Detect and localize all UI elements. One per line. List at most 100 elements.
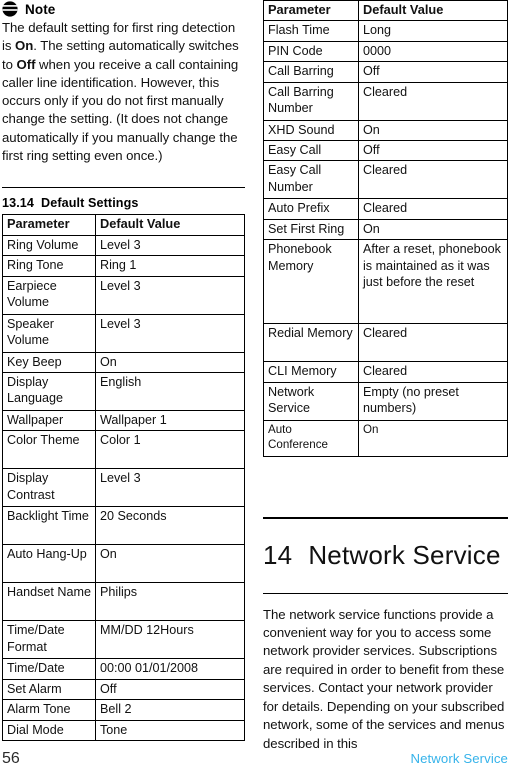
cell-default-value: Color 1 (95, 430, 245, 470)
chapter-heading: 14 Network Service (263, 519, 508, 593)
table-row: Backlight Time 20 Seconds (2, 506, 245, 546)
cell-default-value: On (358, 419, 508, 457)
cell-parameter: Network Service (263, 381, 359, 421)
table-row: Easy Call Off (263, 140, 508, 162)
default-settings-table-right: Parameter Default Value Flash Time Long PI… (263, 0, 508, 457)
cell-default-value: Level 3 (95, 234, 245, 257)
cell-default-value: Cleared (358, 323, 508, 363)
cell-parameter: Redial Memory (263, 323, 359, 363)
cell-default-value: Level 3 (95, 313, 245, 353)
cell-default-value: Level 3 (95, 468, 245, 508)
document-page: Note The default setting for first ring … (0, 0, 509, 774)
table-row: Redial Memory Cleared (263, 323, 508, 363)
cell-parameter: Set Alarm (2, 678, 96, 701)
table-row: Earpiece Volume Level 3 (2, 275, 245, 315)
cell-parameter: Auto Hang-Up (2, 544, 96, 584)
cell-parameter: Call Barring Number (263, 81, 359, 121)
table-row: Time/Date Format MM/DD 12Hours (2, 620, 245, 660)
table-row: Auto Prefix Cleared (263, 198, 508, 220)
cell-default-value: Long (358, 20, 508, 42)
cell-default-value: Off (358, 61, 508, 83)
cell-default-value: After a reset, phonebook is maintained a… (358, 239, 508, 325)
table-row: Auto Conference On (263, 419, 508, 457)
table-row: Dial Mode Tone (2, 719, 245, 742)
section-number: 13.14 (2, 196, 35, 211)
cell-parameter: Color Theme (2, 430, 96, 470)
cell-parameter: Display Contrast (2, 468, 96, 508)
table-row: Auto Hang-Up On (2, 544, 245, 584)
cell-default-value: Empty (no preset numbers) (358, 381, 508, 421)
table-row: Key Beep On (2, 351, 245, 374)
footer-page-number: 56 (2, 750, 20, 767)
table-row: Ring Volume Level 3 (2, 234, 245, 257)
cell-default-value: English (95, 372, 245, 411)
table-header-row: Parameter Default Value (2, 214, 245, 236)
cell-default-value: Level 3 (95, 275, 245, 315)
table-row: Network Service Empty (no preset numbers) (263, 381, 508, 421)
chapter-paragraph: The network service functions provide a … (263, 606, 505, 751)
table-header-row: Parameter Default Value (263, 0, 508, 22)
chapter-number: 14 (263, 539, 293, 570)
chapter-rule-bottom (263, 592, 508, 594)
cell-parameter: Call Barring (263, 61, 359, 83)
chapter-title-text: Network Service (308, 539, 501, 570)
footer-chapter-label: Network Service (410, 751, 508, 766)
cell-default-value: 0000 (358, 40, 508, 63)
table-row: Set Alarm Off (2, 678, 245, 701)
table-body-right: Flash Time Long PIN Code 0000 Call Barring Of… (263, 20, 508, 457)
cell-default-value: On (358, 119, 508, 142)
table-row: Speaker Volume Level 3 (2, 313, 245, 353)
column-header-default-value: Default Value (358, 0, 508, 22)
section-heading: 13.14 Default Settings (2, 196, 245, 210)
cell-default-value: Ring 1 (95, 255, 245, 277)
cell-parameter: Wallpaper (2, 409, 96, 432)
cell-parameter: Display Language (2, 372, 96, 411)
note-icon (2, 1, 18, 17)
note-heading: Note (2, 1, 245, 17)
cell-parameter: Ring Tone (2, 255, 96, 277)
cell-parameter: Backlight Time (2, 506, 96, 546)
cell-parameter: Dial Mode (2, 719, 96, 742)
cell-parameter: Easy Call (263, 140, 359, 162)
column-header-parameter: Parameter (2, 214, 96, 236)
cell-default-value: On (95, 351, 245, 374)
cell-default-value: On (358, 218, 508, 241)
table-row: Easy Call Number Cleared (263, 160, 508, 200)
cell-parameter: Flash Time (263, 20, 359, 42)
cell-parameter: Speaker Volume (2, 313, 96, 353)
note-title: Note (25, 1, 56, 17)
cell-parameter: Time/Date (2, 658, 96, 680)
table-row: Flash Time Long (263, 20, 508, 42)
cell-default-value: Wallpaper 1 (95, 409, 245, 432)
cell-parameter: Set First Ring (263, 218, 359, 241)
cell-default-value: Cleared (358, 198, 508, 220)
cell-default-value: Off (95, 678, 245, 701)
table-row: PIN Code 0000 (263, 40, 508, 63)
cell-parameter: Alarm Tone (2, 699, 96, 721)
note-divider (2, 187, 245, 189)
table-row: Ring Tone Ring 1 (2, 255, 245, 277)
column-header-default-value: Default Value (95, 214, 245, 236)
column-header-parameter: Parameter (263, 0, 359, 22)
cell-parameter: PIN Code (263, 40, 359, 63)
table-row: Display Language English (2, 372, 245, 411)
cell-parameter: Auto Prefix (263, 198, 359, 220)
table-body-left: Ring Volume Level 3 Ring Tone Ring 1 Earpiec… (2, 234, 245, 742)
cell-default-value: Philips (95, 582, 245, 622)
cell-default-value: MM/DD 12Hours (95, 620, 245, 660)
cell-parameter: Auto Conference (263, 419, 359, 457)
cell-parameter: Easy Call Number (263, 160, 359, 200)
cell-default-value: 00:00 01/01/2008 (95, 658, 245, 680)
cell-parameter: CLI Memory (263, 361, 359, 383)
table-row: Color Theme Color 1 (2, 430, 245, 470)
cell-default-value: Bell 2 (95, 699, 245, 721)
cell-default-value: Off (358, 140, 508, 162)
note-body: The default setting for first ring detec… (2, 20, 239, 164)
cell-default-value: Cleared (358, 361, 508, 383)
cell-default-value: Cleared (358, 81, 508, 121)
table-row: Set First Ring On (263, 218, 508, 241)
table-row: Time/Date 00:00 01/01/2008 (2, 658, 245, 680)
cell-parameter: Handset Name (2, 582, 96, 622)
table-row: XHD Sound On (263, 119, 508, 142)
cell-parameter: Time/Date Format (2, 620, 96, 660)
